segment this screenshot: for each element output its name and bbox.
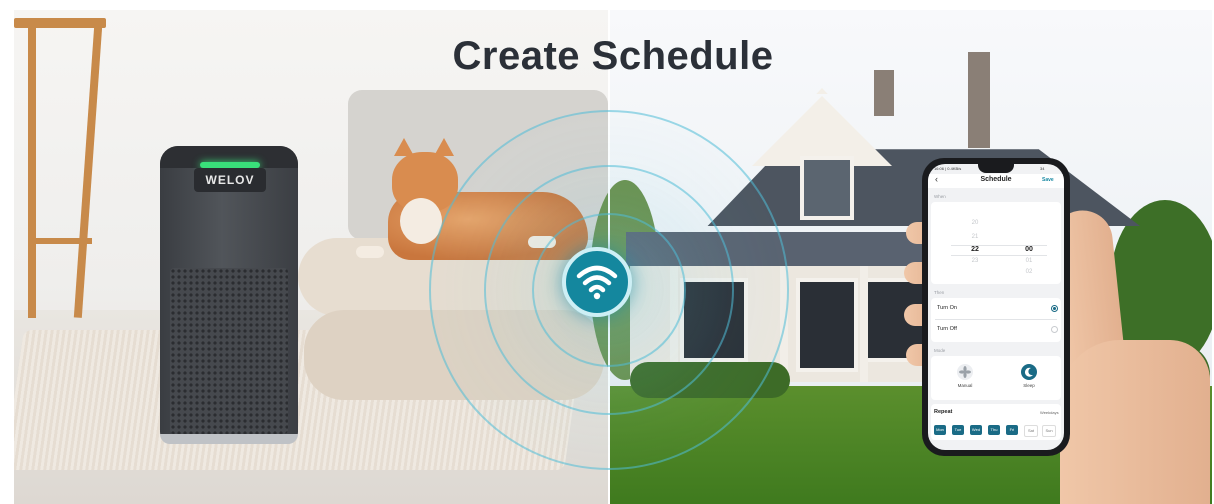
turn-off-option[interactable]: Turn Off	[937, 326, 957, 332]
turn-on-option[interactable]: Turn On	[937, 305, 957, 311]
fan-icon[interactable]	[957, 364, 973, 380]
hour-option[interactable]: 21	[965, 234, 985, 240]
cat-paw	[356, 246, 384, 258]
then-label: Then	[934, 290, 945, 295]
purifier-base	[160, 434, 298, 444]
front-door	[796, 278, 858, 372]
day-sat[interactable]: Sat	[1024, 425, 1038, 437]
manual-mode-label: Manual	[957, 383, 973, 388]
minute-option[interactable]: 01	[1019, 258, 1039, 264]
porch-column	[860, 266, 868, 382]
mode-label: Mode	[934, 348, 946, 353]
sleep-mode-label: Sleep	[1023, 383, 1035, 388]
hour-selected[interactable]: 22	[965, 246, 985, 253]
option-divider	[935, 319, 1057, 320]
day-fri[interactable]: Fri	[1006, 425, 1018, 435]
moon-icon[interactable]	[1021, 364, 1037, 380]
hour-option[interactable]: 23	[965, 258, 985, 264]
day-mon[interactable]: Mon	[934, 425, 946, 435]
turn-on-radio[interactable]	[1051, 305, 1058, 312]
turn-off-radio[interactable]	[1051, 326, 1058, 333]
day-thu[interactable]: Thu	[988, 425, 1000, 435]
status-bar-time: 16:06 | 0.4KB/s	[934, 166, 962, 171]
time-picker[interactable]: 20 21 22 23 00 01 02	[931, 202, 1061, 284]
picker-line	[951, 255, 1047, 256]
hand-palm	[1060, 340, 1210, 504]
minute-option[interactable]: 02	[1019, 269, 1039, 275]
day-tue[interactable]: Tue	[952, 425, 964, 435]
purifier-grill	[170, 268, 288, 434]
minute-selected[interactable]: 00	[1019, 246, 1039, 253]
phone-screen: 16:06 | 0.4KB/s 34 ‹ Schedule Save When …	[928, 164, 1064, 450]
phone-notch	[978, 164, 1014, 173]
repeat-label: Repeat	[934, 409, 953, 415]
wifi-hub	[562, 247, 632, 317]
then-card: Turn On Turn Off	[931, 298, 1061, 342]
day-wed[interactable]: Wed	[970, 425, 982, 435]
wifi-icon	[576, 265, 618, 300]
repeat-summary: Weekdays	[1040, 410, 1059, 415]
day-sun[interactable]: Sun	[1042, 425, 1056, 437]
upper-window	[800, 156, 854, 220]
purifier-logo: WELOV	[194, 168, 266, 192]
banner-title: Create Schedule	[452, 34, 774, 78]
stool-rung	[28, 238, 92, 244]
save-button[interactable]: Save	[1042, 177, 1054, 183]
hour-option[interactable]: 20	[965, 220, 985, 226]
when-label: When	[934, 194, 946, 199]
status-bar-battery: 34	[1040, 166, 1045, 171]
mode-card: Manual Sleep	[931, 356, 1061, 400]
